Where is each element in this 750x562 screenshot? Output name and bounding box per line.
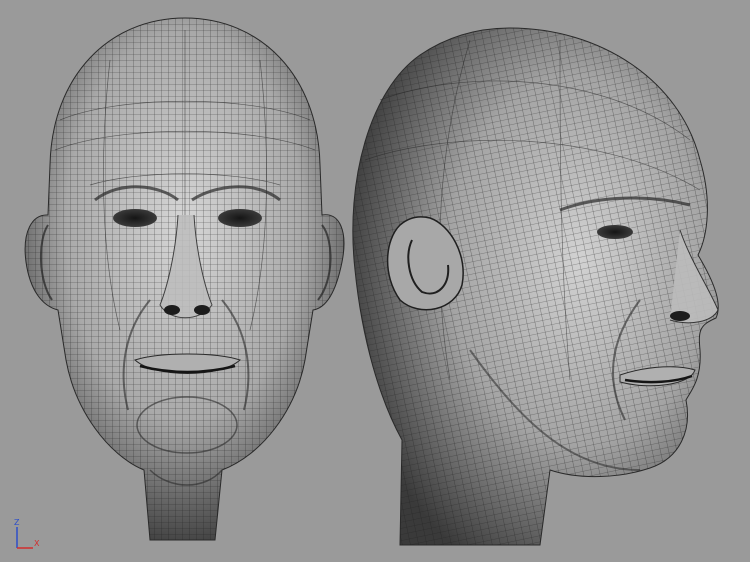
eye-socket <box>597 225 633 239</box>
axis-tripod-icon: Z X <box>14 518 40 549</box>
head-model-front[interactable] <box>24 17 345 541</box>
right-eye-socket <box>218 209 262 227</box>
axis-z-label: Z <box>14 518 20 527</box>
axis-x-label: X <box>34 539 40 548</box>
head-model-three-quarter[interactable] <box>352 27 719 546</box>
viewport-canvas[interactable]: Z X <box>0 0 750 562</box>
left-eye-socket <box>113 209 157 227</box>
3d-viewport[interactable]: Z X <box>0 0 750 562</box>
